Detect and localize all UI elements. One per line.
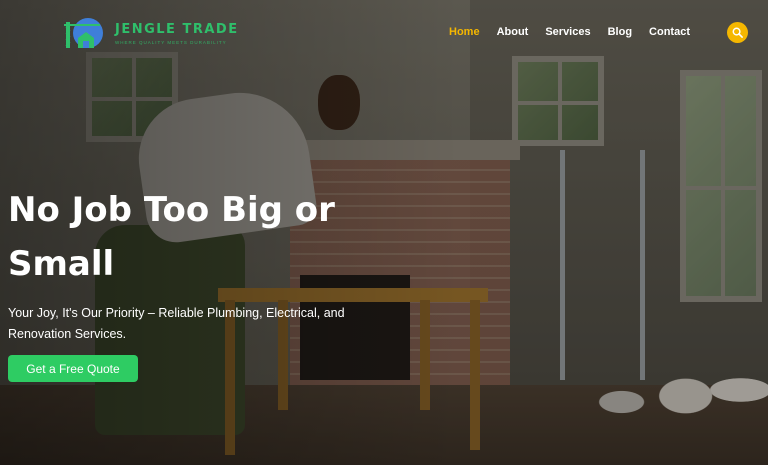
nav-item-services[interactable]: Services [545,26,590,38]
brand-logo[interactable]: JENGLE TRADE WHERE QUALITY MEETS DURABIL… [60,16,237,50]
nav-item-contact[interactable]: Contact [649,26,690,38]
main-nav: Home About Services Blog Contact [449,26,690,38]
crane-house-logo-icon [64,18,103,48]
site-header: JENGLE TRADE WHERE QUALITY MEETS DURABIL… [0,0,768,66]
search-icon [732,27,743,38]
nav-item-home[interactable]: Home [449,26,480,38]
get-free-quote-button[interactable]: Get a Free Quote [8,355,138,382]
nav-item-about[interactable]: About [497,26,529,38]
brand-name: JENGLE TRADE [115,22,239,37]
brand-tagline: WHERE QUALITY MEETS DURABILITY [115,40,227,45]
hero-section: JENGLE TRADE WHERE QUALITY MEETS DURABIL… [0,0,768,465]
hero-subtext: Your Joy, It's Our Priority – Reliable P… [8,306,345,341]
search-button[interactable] [727,22,748,43]
hero-headline: No Job Too Big or Small [8,190,335,284]
nav-item-blog[interactable]: Blog [608,26,632,38]
